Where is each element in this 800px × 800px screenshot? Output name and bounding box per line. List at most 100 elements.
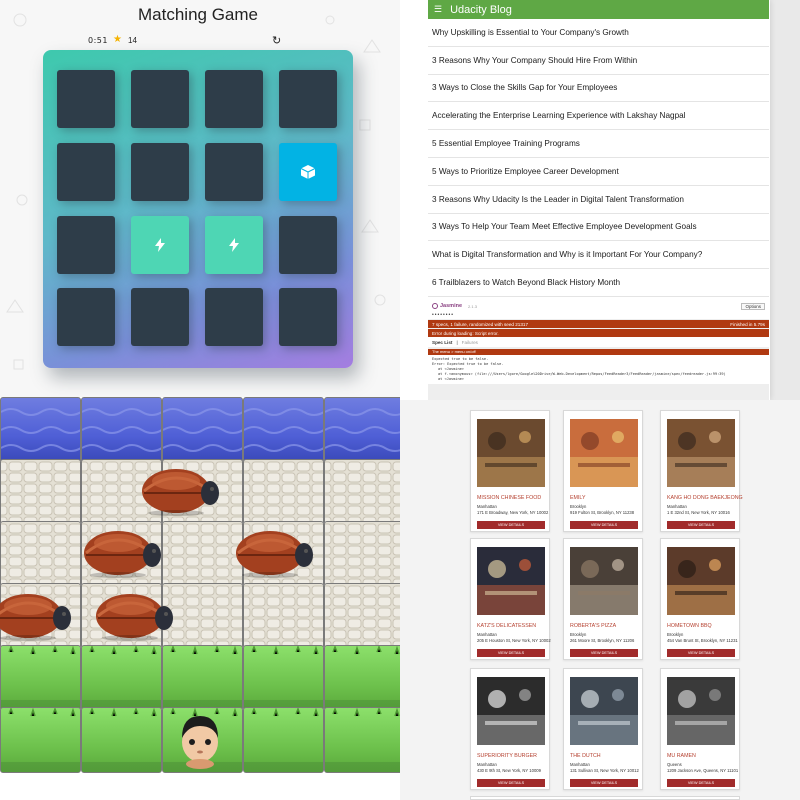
- grass-tile: [324, 645, 400, 711]
- options-button[interactable]: Options: [741, 302, 765, 310]
- view-details-button[interactable]: VIEW DETAILS: [477, 521, 545, 529]
- feed-entry[interactable]: Accelerating the Enterprise Learning Exp…: [428, 102, 769, 131]
- card[interactable]: [279, 216, 337, 274]
- card[interactable]: [131, 216, 189, 274]
- restaurant-photo: [570, 547, 638, 615]
- failure-summary-bar: 7 specs, 1 failure, randomized with seed…: [428, 320, 769, 328]
- stone-tile: [324, 583, 400, 649]
- stone-tile: [324, 521, 400, 587]
- feed-entry[interactable]: 3 Ways To Help Your Team Meet Effective …: [428, 214, 769, 242]
- card[interactable]: [205, 288, 263, 346]
- view-details-button[interactable]: VIEW DETAILS: [667, 649, 735, 657]
- water-tile: [0, 397, 81, 463]
- tab-failures[interactable]: Failures: [462, 340, 478, 345]
- matching-game-screen: Matching Game 0:51 ★ 14 ↻: [0, 0, 400, 397]
- card[interactable]: [131, 70, 189, 128]
- view-details-button[interactable]: VIEW DETAILS: [570, 521, 638, 529]
- restaurant-photo: [667, 677, 735, 745]
- restaurant-neighborhood: Manhattan: [667, 504, 687, 509]
- feed-list: Why Upskilling is Essential to Your Comp…: [428, 19, 769, 297]
- card[interactable]: [57, 70, 115, 128]
- card[interactable]: [57, 143, 115, 201]
- restaurant-name[interactable]: KANG HO DONG BAEKJEONG: [667, 495, 743, 501]
- restaurant-name[interactable]: ROBERTA'S PIZZA: [570, 623, 616, 629]
- restaurant-address: 131 Sullivan St, New York, NY 10012: [570, 768, 639, 773]
- card[interactable]: [205, 216, 263, 274]
- pizza-photo: [570, 419, 638, 487]
- feed-entry[interactable]: 5 Ways to Prioritize Employee Career Dev…: [428, 158, 769, 186]
- restaurant-name[interactable]: MU RAMEN: [667, 753, 696, 759]
- water-tile: [81, 397, 162, 463]
- stone-tile: [324, 459, 400, 525]
- card[interactable]: [57, 216, 115, 274]
- card[interactable]: [205, 70, 263, 128]
- restaurant-card: KANG HO DONG BAEKJEONG Manhattan 1 E 32nd …: [660, 410, 743, 532]
- ladybug-enemy: [94, 592, 174, 642]
- grass-tile: [0, 707, 81, 773]
- card[interactable]: [205, 143, 263, 201]
- card[interactable]: [279, 288, 337, 346]
- view-details-button[interactable]: VIEW DETAILS: [477, 779, 545, 787]
- restaurant-card: THE DUTCH Manhattan 131 Sullivan St, New Y…: [563, 668, 643, 790]
- card[interactable]: [57, 288, 115, 346]
- feed-entry[interactable]: 3 Ways to Close the Skills Gap for Your …: [428, 75, 769, 103]
- restaurant-name[interactable]: THE DUTCH: [570, 753, 601, 759]
- restaurant-name[interactable]: MISSION CHINESE FOOD: [477, 495, 541, 501]
- grass-tile: [243, 707, 324, 773]
- restaurant-name[interactable]: KATZ'S DELICATESSEN: [477, 623, 536, 629]
- view-details-button[interactable]: VIEW DETAILS: [667, 779, 735, 787]
- restaurant-card: MU RAMEN Queens 1209 Jackson Ave, Queens, …: [660, 668, 740, 790]
- detail-line: at <Jasmine>: [438, 377, 464, 381]
- frogger-game-canvas[interactable]: [0, 397, 400, 800]
- restaurant-card: KATZ'S DELICATESSEN Manhattan 205 E Housto…: [470, 538, 551, 660]
- bolt-icon: [155, 238, 165, 252]
- tab-spec-list[interactable]: Spec List: [432, 340, 452, 345]
- restaurant-neighborhood: Brooklyn: [570, 504, 587, 509]
- restaurant-neighborhood: Manhattan: [477, 762, 497, 767]
- view-details-button[interactable]: VIEW DETAILS: [667, 521, 735, 529]
- feed-entry[interactable]: Why Upskilling is Essential to Your Comp…: [428, 19, 769, 47]
- restaurant-neighborhood: Manhattan: [477, 632, 497, 637]
- view-details-button[interactable]: VIEW DETAILS: [477, 649, 545, 657]
- restaurant-address: 919 Fulton St, Brooklyn, NY 11238: [570, 510, 635, 515]
- restaurant-address: 205 E Houston St, New York, NY 10002: [477, 638, 551, 643]
- restaurant-neighborhood: Brooklyn: [667, 632, 684, 637]
- ladybug-enemy: [82, 529, 162, 579]
- bolt-icon: [229, 238, 239, 252]
- restart-icon[interactable]: ↻: [272, 34, 281, 47]
- feed-entry[interactable]: 3 Reasons Why Udacity Is the Leader in D…: [428, 186, 769, 214]
- card[interactable]: [279, 70, 337, 128]
- stone-tile: [243, 583, 324, 649]
- restaurant-name[interactable]: HOMETOWN BBQ: [667, 623, 712, 629]
- stone-tile: [0, 459, 81, 525]
- restaurant-card: EMILY Brooklyn 919 Fulton St, Brooklyn, NY…: [563, 410, 643, 532]
- game-title: Matching Game: [138, 5, 258, 24]
- stone-tile: [243, 459, 324, 525]
- restaurant-name[interactable]: EMILY: [570, 495, 586, 501]
- card[interactable]: [131, 288, 189, 346]
- stone-tile: [162, 583, 243, 649]
- card[interactable]: [131, 143, 189, 201]
- feed-entry[interactable]: 5 Essential Employee Training Programs: [428, 130, 769, 158]
- failure-detail: Expected true to be false. Error: Expect…: [428, 355, 769, 384]
- restaurant-address: 454 Van Brunt St, Brooklyn, NY 11231: [667, 638, 738, 643]
- restaurant-name[interactable]: SUPERIORITY BURGER: [477, 753, 537, 759]
- card-deck: [43, 50, 353, 368]
- view-details-button[interactable]: VIEW DETAILS: [570, 779, 638, 787]
- restaurant-photo: [667, 419, 735, 487]
- menu-icon[interactable]: ☰: [434, 4, 442, 15]
- detail-line: at f.<anonymous> (file:///Users/lgore/Go…: [438, 372, 726, 376]
- restaurant-photo: [477, 419, 545, 487]
- grass-tile: [0, 645, 81, 711]
- stone-tile: [162, 521, 243, 587]
- restaurant-photo: [667, 547, 735, 615]
- card[interactable]: [279, 143, 337, 201]
- feed-entry[interactable]: 3 Reasons Why Your Company Should Hire F…: [428, 47, 769, 75]
- jasmine-report: Jasmine 2.1.3 Options •••••••• 7 specs, 1…: [428, 299, 769, 400]
- failure-summary: 7 specs, 1 failure, randomized with seed…: [432, 321, 529, 327]
- feed-entry[interactable]: What is Digital Transformation and Why i…: [428, 241, 769, 270]
- view-details-button[interactable]: VIEW DETAILS: [570, 649, 638, 657]
- score-panel: 0:51 ★ 14 ↻: [88, 34, 308, 47]
- feed-entry[interactable]: 6 Trailblazers to Watch Beyond Black His…: [428, 269, 769, 297]
- restaurant-address: 1209 Jackson Ave, Queens, NY 11101: [667, 768, 739, 773]
